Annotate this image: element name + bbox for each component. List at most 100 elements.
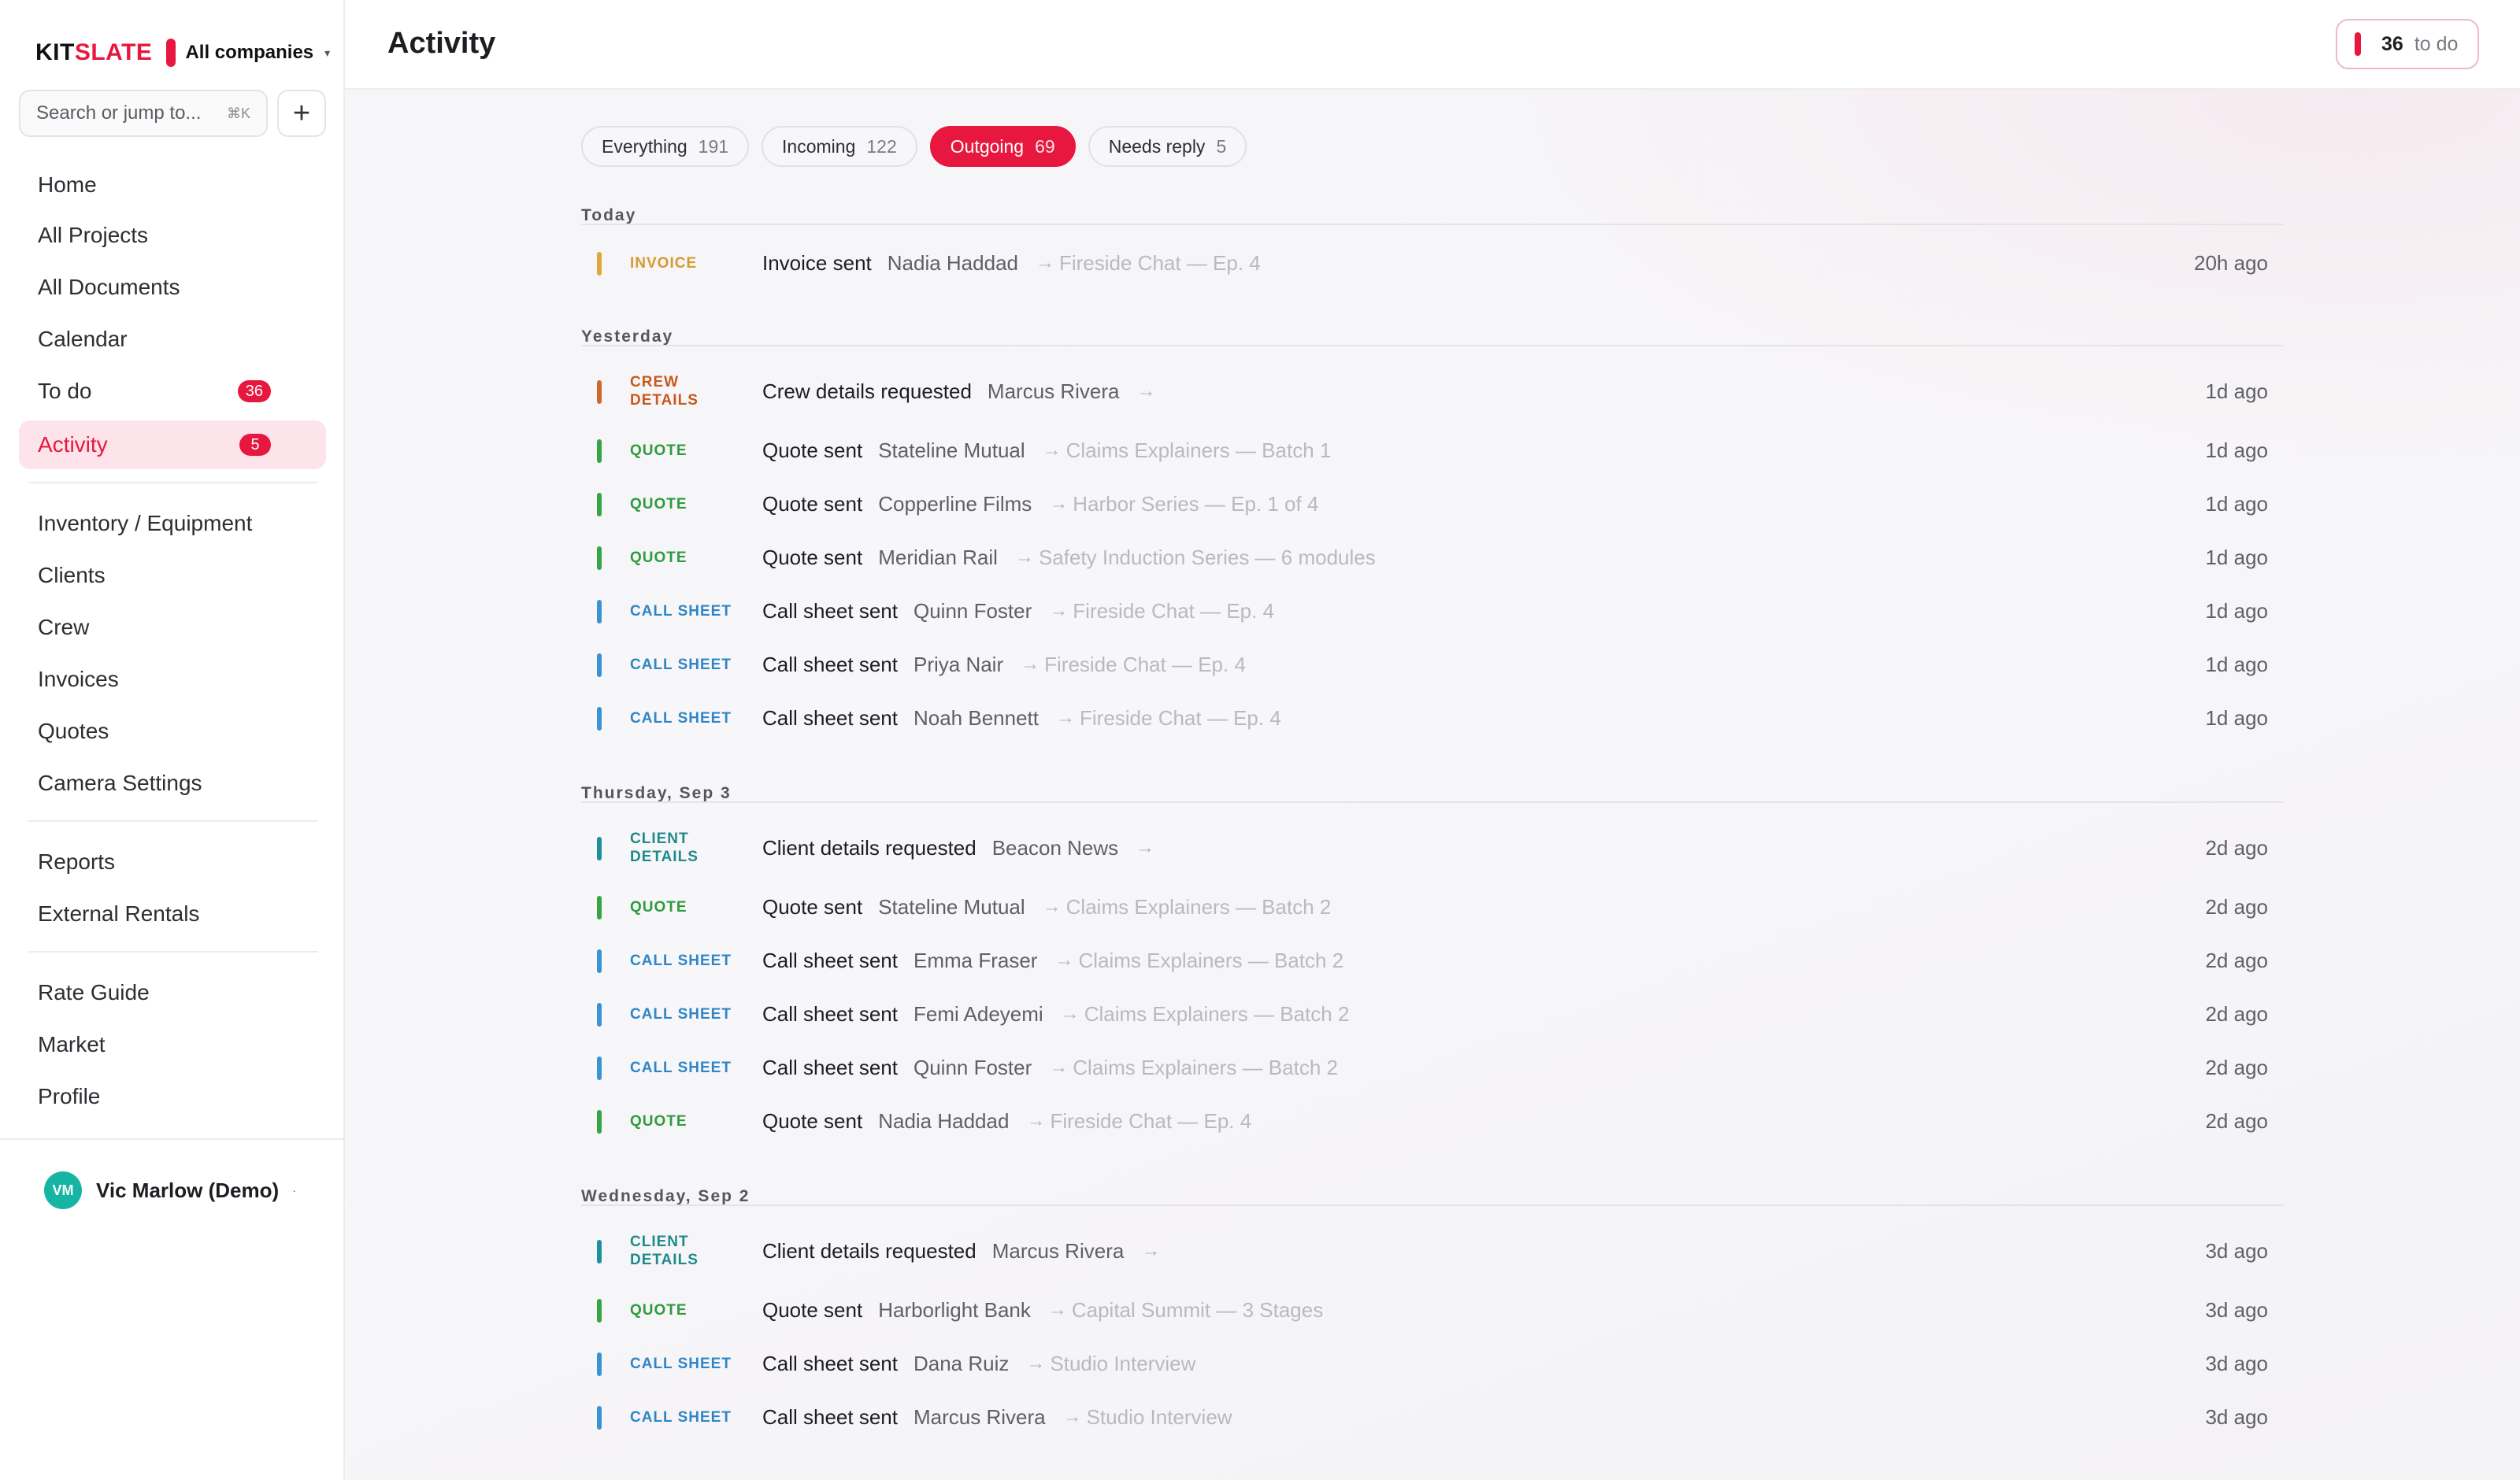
sidebar-item-crew[interactable]: Crew xyxy=(19,603,326,652)
activity-row[interactable]: QUOTE Quote sent Harborlight Bank → Capital … xyxy=(581,1286,2284,1334)
activity-type: CREW DETAILS xyxy=(630,374,699,409)
activity-project[interactable]: Claims Explainers — Batch 1 xyxy=(1066,438,1332,463)
activity-row[interactable]: CALL SHEET Call sheet sent Priya Nair → Fire… xyxy=(581,641,2284,688)
activity-project[interactable]: Capital Summit — 3 Stages xyxy=(1072,1298,1323,1323)
add-button[interactable]: + xyxy=(277,90,326,137)
activity-body: Quote sent Nadia Haddad → Fireside Chat — E… xyxy=(762,1109,1251,1134)
activity-row[interactable]: CALL SHEET Call sheet sent Quinn Foster → Cl… xyxy=(581,1044,2284,1091)
activity-project[interactable]: Studio Interview xyxy=(1050,1352,1195,1376)
activity-recipient[interactable]: Priya Nair xyxy=(914,653,1003,677)
activity-type: QUOTE xyxy=(630,1113,687,1130)
avatar: VM xyxy=(44,1171,82,1209)
sidebar-item-invoices[interactable]: Invoices xyxy=(19,655,326,704)
activity-row[interactable]: CREW DETAILS Crew details requested Marcus… xyxy=(581,368,2284,415)
activity-project[interactable]: Studio Interview xyxy=(1087,1405,1232,1430)
filter-everything[interactable]: Everything 191 xyxy=(581,126,750,167)
sidebar-item-activity[interactable]: Activity 5 xyxy=(19,420,326,469)
activity-project[interactable]: Fireside Chat — Ep. 4 xyxy=(1050,1109,1251,1134)
activity-recipient[interactable]: Meridian Rail xyxy=(878,546,998,570)
activity-recipient[interactable]: Marcus Rivera xyxy=(988,379,1120,404)
activity-recipient[interactable]: Harborlight Bank xyxy=(878,1298,1031,1323)
activity-recipient[interactable]: Beacon News xyxy=(992,836,1118,860)
filter-outgoing[interactable]: Outgoing 69 xyxy=(929,126,1076,167)
activity-recipient[interactable]: Femi Adeyemi xyxy=(914,1002,1043,1027)
sidebar-item-quotes[interactable]: Quotes xyxy=(19,707,326,756)
activity-row[interactable]: CALL SHEET Call sheet sent Dana Ruiz → Studi… xyxy=(581,1340,2284,1387)
todo-indicator-icon xyxy=(2355,32,2361,56)
activity-project[interactable]: Claims Explainers — Batch 2 xyxy=(1084,1002,1350,1027)
activity-recipient[interactable]: Marcus Rivera xyxy=(992,1239,1125,1264)
activity-recipient[interactable]: Stateline Mutual xyxy=(878,438,1025,463)
sidebar-item-calendar[interactable]: Calendar xyxy=(19,315,326,364)
activity-row[interactable]: CALL SHEET Call sheet sent Marcus Rivera → S… xyxy=(581,1393,2284,1441)
activity-action: Quote sent xyxy=(762,1108,863,1133)
activity-project[interactable]: Fireside Chat — Ep. 4 xyxy=(1059,251,1261,276)
activity-recipient[interactable]: Quinn Foster xyxy=(914,1056,1032,1080)
activity-row[interactable]: CALL SHEET Call sheet sent Quinn Foster → Fi… xyxy=(581,587,2284,635)
activity-row[interactable]: INVOICE Invoice sent Nadia Haddad → Fireside… xyxy=(581,239,2284,287)
activity-time: 2d ago xyxy=(2205,835,2268,860)
activity-type: INVOICE xyxy=(630,255,698,272)
section-divider xyxy=(581,801,2284,803)
sidebar-item-camera-settings[interactable]: Camera Settings xyxy=(19,759,326,808)
activity-row[interactable]: CLIENT DETAILS Client details requested Ma… xyxy=(581,1227,2284,1275)
activity-body: Quote sent Stateline Mutual → Claims Explai… xyxy=(762,895,1331,919)
activity-project[interactable]: Fireside Chat — Ep. 4 xyxy=(1044,653,1246,677)
activity-type: CALL SHEET xyxy=(630,657,732,673)
sidebar-item-rate-guide[interactable]: Rate Guide xyxy=(19,968,326,1017)
activity-action: Crew details requested xyxy=(762,379,972,403)
type-indicator-icon xyxy=(597,949,602,973)
activity-time: 2d ago xyxy=(2205,1055,2268,1079)
type-indicator-icon xyxy=(597,1003,602,1027)
filter-incoming[interactable]: Incoming 122 xyxy=(762,126,917,167)
activity-recipient[interactable]: Marcus Rivera xyxy=(914,1405,1046,1430)
sidebar-item-market[interactable]: Market xyxy=(19,1020,326,1069)
todo-button[interactable]: 36 to do xyxy=(2336,19,2479,69)
activity-row[interactable]: QUOTE Quote sent Meridian Rail → Safety Indu… xyxy=(581,534,2284,581)
activity-row[interactable]: QUOTE Quote sent Stateline Mutual → Claims E… xyxy=(581,427,2284,474)
sidebar-item-reports[interactable]: Reports xyxy=(19,838,326,886)
activity-project[interactable]: Claims Explainers — Batch 2 xyxy=(1073,1056,1338,1080)
search-placeholder: Search or jump to... xyxy=(36,102,202,124)
sidebar-item-all-documents[interactable]: All Documents xyxy=(19,263,326,312)
sidebar-item-profile[interactable]: Profile xyxy=(19,1072,326,1121)
menu-dot-icon[interactable]: · xyxy=(292,1184,296,1197)
activity-time: 2d ago xyxy=(2205,1001,2268,1026)
activity-type: QUOTE xyxy=(630,1302,687,1319)
activity-count-badge: 5 xyxy=(239,434,271,456)
activity-row[interactable]: QUOTE Quote sent Nadia Haddad → Fireside Cha… xyxy=(581,1097,2284,1145)
activity-recipient[interactable]: Copperline Films xyxy=(878,492,1032,516)
activity-row[interactable]: CALL SHEET Call sheet sent Emma Fraser → Cla… xyxy=(581,937,2284,984)
activity-recipient[interactable]: Dana Ruiz xyxy=(914,1352,1009,1376)
arrow-right-icon: → xyxy=(1026,1110,1046,1131)
sidebar-item-external-rentals[interactable]: External Rentals xyxy=(19,890,326,938)
search-input[interactable]: Search or jump to... ⌘K xyxy=(19,90,268,137)
activity-recipient[interactable]: Noah Bennett xyxy=(914,706,1039,731)
activity-recipient[interactable]: Nadia Haddad xyxy=(888,251,1018,276)
activity-row[interactable]: QUOTE Quote sent Stateline Mutual → Claims E… xyxy=(581,883,2284,931)
activity-row[interactable]: CLIENT DETAILS Client details requested Be… xyxy=(581,824,2284,871)
sidebar-item-all-projects[interactable]: All Projects xyxy=(19,211,326,260)
activity-row[interactable]: QUOTE Quote sent Copperline Films → Harbor S… xyxy=(581,480,2284,527)
sidebar-item-to-do[interactable]: To do 36 xyxy=(19,367,326,416)
activity-recipient[interactable]: Emma Fraser xyxy=(914,949,1037,973)
company-switcher[interactable]: KITSLATE All companies ▾ xyxy=(35,35,330,70)
user-menu[interactable]: VM Vic Marlow (Demo) · xyxy=(0,1138,343,1241)
activity-body: Client details requested Marcus Rivera → xyxy=(762,1239,1165,1264)
activity-project[interactable]: Fireside Chat — Ep. 4 xyxy=(1080,706,1281,731)
activity-project[interactable]: Claims Explainers — Batch 2 xyxy=(1066,895,1332,919)
activity-row[interactable]: CALL SHEET Call sheet sent Femi Adeyemi → Cl… xyxy=(581,990,2284,1038)
sidebar-item-inventory[interactable]: Inventory / Equipment xyxy=(19,499,326,548)
activity-recipient[interactable]: Quinn Foster xyxy=(914,599,1032,623)
sidebar-item-home[interactable]: Home xyxy=(19,161,326,209)
activity-row[interactable]: CALL SHEET Call sheet sent Noah Bennett → Fi… xyxy=(581,694,2284,742)
activity-project[interactable]: Safety Induction Series — 6 modules xyxy=(1039,546,1376,570)
activity-project[interactable]: Fireside Chat — Ep. 4 xyxy=(1073,599,1274,623)
activity-recipient[interactable]: Nadia Haddad xyxy=(878,1109,1009,1134)
activity-recipient[interactable]: Stateline Mutual xyxy=(878,895,1025,919)
filter-needs-reply[interactable]: Needs reply 5 xyxy=(1088,126,1247,167)
activity-project[interactable]: Claims Explainers — Batch 2 xyxy=(1078,949,1343,973)
sidebar-item-clients[interactable]: Clients xyxy=(19,551,326,600)
activity-project[interactable]: Harbor Series — Ep. 1 of 4 xyxy=(1073,492,1318,516)
type-indicator-icon xyxy=(597,653,602,677)
